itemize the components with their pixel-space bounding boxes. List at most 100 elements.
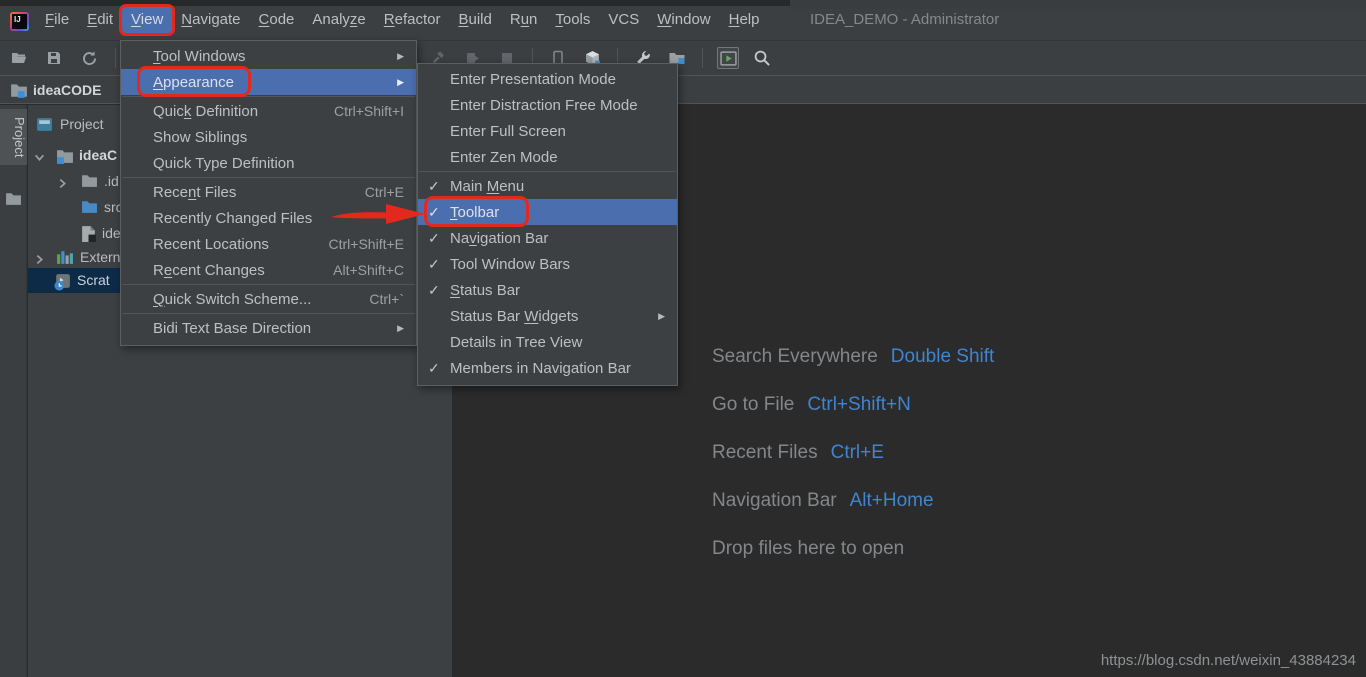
idea-window: IJ FileEditViewNavigateCodeAnalyzeRefact… xyxy=(0,0,1366,677)
menubar-item-help[interactable]: Help xyxy=(720,7,769,33)
menu-item-quick-definition[interactable]: Quick Definition Ctrl+Shift+I xyxy=(121,98,416,124)
shortcut-hint-label: Recent Files xyxy=(712,442,818,463)
submenu-arrow-icon: ▶ xyxy=(397,51,404,62)
shortcut-hint-label: Search Everywhere xyxy=(712,346,878,367)
menu-item-members-in-navigation-bar[interactable]: ✓Members in Navigation Bar xyxy=(418,355,677,381)
menu-item-label: Members in Navigation Bar xyxy=(450,360,631,377)
menu-item-status-bar-widgets[interactable]: Status Bar Widgets ▶ xyxy=(418,303,677,329)
chevron-right-icon[interactable] xyxy=(34,252,45,268)
menu-item-label: Main Menu xyxy=(450,178,524,195)
menubar-item-window[interactable]: Window xyxy=(648,7,719,33)
menu-item-quick-type-definition[interactable]: Quick Type Definition xyxy=(121,150,416,176)
menu-item-label: Bidi Text Base Direction xyxy=(153,320,311,337)
shortcut-hint-search-everywhere: Search EverywhereDouble Shift xyxy=(712,346,994,368)
checkmark-icon: ✓ xyxy=(428,360,450,377)
menu-item-recent-changes[interactable]: Recent ChangesAlt+Shift+C xyxy=(121,257,416,283)
menu-item-enter-full-screen[interactable]: Enter Full Screen xyxy=(418,118,677,144)
checkmark-icon: ✓ xyxy=(428,204,450,221)
menu-separator xyxy=(122,177,415,178)
menu-item-tool-windows[interactable]: Tool Windows▶ xyxy=(121,43,416,69)
tool-window-tab-project[interactable]: Project xyxy=(0,109,27,165)
save-icon[interactable] xyxy=(43,47,65,69)
menubar-item-run[interactable]: Run xyxy=(501,7,547,33)
menu-item-appearance[interactable]: Appearance ▶ xyxy=(121,69,416,95)
menu-item-main-menu[interactable]: ✓Main Menu xyxy=(418,173,677,199)
tree-label: ide xyxy=(102,225,121,242)
menu-item-label: Recent Changes xyxy=(153,262,265,279)
csdn-watermark: https://blog.csdn.net/weixin_43884234 xyxy=(1101,652,1356,669)
editor-shortcut-hints: Search EverywhereDouble Shift Go to File C… xyxy=(712,346,994,586)
menu-item-details-in-tree-view[interactable]: Details in Tree View xyxy=(418,329,677,355)
menu-item-label: Details in Tree View xyxy=(450,334,582,351)
checkmark-icon: ✓ xyxy=(428,230,450,247)
menu-item-label: Build xyxy=(458,11,491,28)
menu-item-recent-locations[interactable]: Recent LocationsCtrl+Shift+E xyxy=(121,231,416,257)
menu-item-shortcut: Ctrl+E xyxy=(365,184,404,200)
menu-item-label: Quick Switch Scheme... xyxy=(153,291,311,308)
menu-item-enter-distraction-free-mode[interactable]: Enter Distraction Free Mode xyxy=(418,92,677,118)
menubar-item-view[interactable]: View xyxy=(122,7,172,33)
menubar-item-analyze[interactable]: Analyze xyxy=(303,7,374,33)
shortcut-hint-drop-files-here-to-open: Drop files here to open xyxy=(712,538,994,560)
checkmark-icon: ✓ xyxy=(428,282,450,299)
menu-item-show-siblings[interactable]: Show Siblings xyxy=(121,124,416,150)
menu-item-label: Toolbar xyxy=(450,204,499,221)
search-everywhere-icon[interactable] xyxy=(751,47,773,69)
menubar-item-tools[interactable]: Tools xyxy=(546,7,599,33)
folder-icon[interactable] xyxy=(5,191,22,211)
checkmark-icon: ✓ xyxy=(428,256,450,273)
menubar-item-build[interactable]: Build xyxy=(449,7,500,33)
menu-item-label: Tools xyxy=(555,11,590,28)
menu-item-status-bar[interactable]: ✓Status Bar xyxy=(418,277,677,303)
menu-item-label: Tool Window Bars xyxy=(450,256,570,273)
project-panel-title: Project xyxy=(60,116,104,132)
menu-item-enter-zen-mode[interactable]: Enter Zen Mode xyxy=(418,144,677,170)
chevron-down-icon[interactable] xyxy=(34,150,45,166)
shortcut-hint-keys: Ctrl+Shift+N xyxy=(807,394,910,415)
tool-window-stripe: Project xyxy=(0,105,27,677)
menu-item-label: File xyxy=(45,11,69,28)
menu-item-tool-window-bars[interactable]: ✓Tool Window Bars xyxy=(418,251,677,277)
menu-item-navigation-bar[interactable]: ✓Navigation Bar xyxy=(418,225,677,251)
shortcut-hint-label: Go to File xyxy=(712,394,794,415)
tree-label: Scrat xyxy=(77,272,110,289)
scratches-icon xyxy=(53,272,72,294)
menubar-item-code[interactable]: Code xyxy=(250,7,304,33)
sync-refresh-icon[interactable] xyxy=(78,47,100,69)
menu-item-label: View xyxy=(131,11,163,28)
folder-icon xyxy=(81,173,98,191)
menubar-item-vcs[interactable]: VCS xyxy=(599,7,648,33)
tree-label: .id xyxy=(104,173,119,190)
submenu-arrow-icon: ▶ xyxy=(397,323,404,334)
menu-item-quick-switch-scheme[interactable]: Quick Switch Scheme...Ctrl+` xyxy=(121,286,416,312)
menu-item-label: Status Bar Widgets xyxy=(450,308,578,325)
menubar-item-edit[interactable]: Edit xyxy=(78,7,122,33)
screencast-run-icon[interactable] xyxy=(717,47,739,69)
menu-bar: File Edit View NavigateCodeAnalyze Refactor B… xyxy=(36,7,769,33)
menu-item-label: Recently Changed Files xyxy=(153,210,312,227)
menu-item-enter-presentation-mode[interactable]: Enter Presentation Mode xyxy=(418,66,677,92)
title-bar: IJ FileEditViewNavigateCodeAnalyzeRefact… xyxy=(0,0,1366,40)
open-folder-icon[interactable] xyxy=(8,47,30,69)
menubar-item-file[interactable]: File xyxy=(36,7,78,33)
menubar-item-navigate[interactable]: Navigate xyxy=(172,7,249,33)
tree-label: Extern xyxy=(80,249,120,266)
chevron-right-icon[interactable] xyxy=(57,176,68,192)
breadcrumb-project-name[interactable]: ideaCODE xyxy=(33,82,101,98)
menu-item-label: Quick Definition xyxy=(153,103,258,120)
menu-item-bidi-text-base-direction[interactable]: Bidi Text Base Direction ▶ xyxy=(121,315,416,341)
project-folder-icon xyxy=(10,81,28,99)
menu-item-shortcut: Ctrl+Shift+I xyxy=(334,103,404,119)
source-folder-icon xyxy=(81,199,98,217)
menu-item-label: Appearance xyxy=(153,74,234,91)
menu-separator xyxy=(122,284,415,285)
shortcut-hint-keys: Ctrl+E xyxy=(831,442,884,463)
menu-item-label: Refactor xyxy=(384,11,441,28)
menubar-item-refactor[interactable]: Refactor xyxy=(375,7,450,33)
menu-item-toolbar[interactable]: ✓Toolbar xyxy=(418,199,677,225)
menu-item-shortcut: Ctrl+Shift+E xyxy=(329,236,404,252)
submenu-arrow-icon: ▶ xyxy=(658,311,665,322)
submenu-arrow-icon: ▶ xyxy=(397,77,404,88)
project-panel-header: Project xyxy=(36,113,104,135)
toolbar-separator xyxy=(115,48,116,68)
